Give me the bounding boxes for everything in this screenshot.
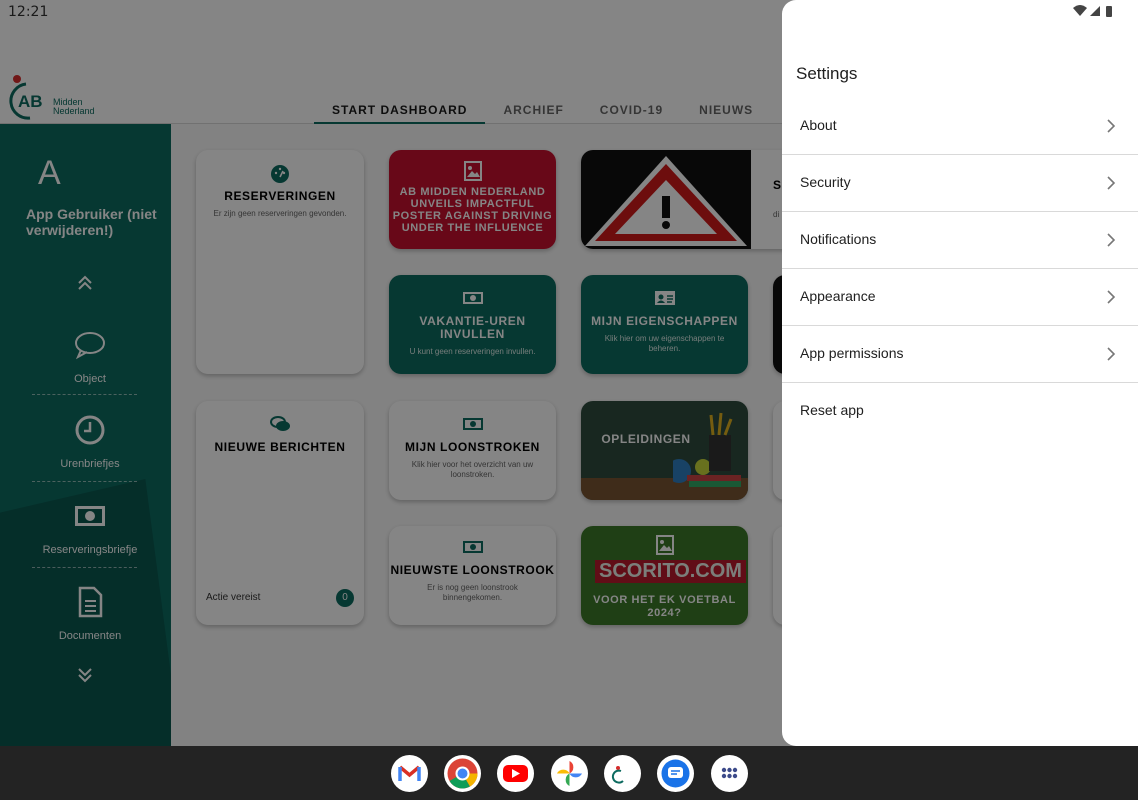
chevron-right-icon bbox=[1107, 290, 1116, 304]
chevron-right-icon bbox=[1107, 233, 1116, 247]
settings-item-label: Appearance bbox=[800, 288, 876, 304]
settings-menu: About Security Notifications Appearance … bbox=[782, 98, 1138, 440]
chevron-right-icon bbox=[1107, 347, 1116, 361]
settings-panel: Settings About Security Notifications Ap… bbox=[782, 0, 1138, 746]
signal-icon bbox=[1090, 6, 1100, 16]
settings-item-security[interactable]: Security bbox=[782, 155, 1138, 212]
photos-icon[interactable] bbox=[551, 755, 588, 792]
ab-app-icon[interactable] bbox=[604, 755, 641, 792]
settings-item-label: Notifications bbox=[800, 231, 877, 247]
settings-title: Settings bbox=[796, 64, 858, 83]
youtube-icon[interactable] bbox=[497, 755, 534, 792]
app-drawer-icon[interactable] bbox=[711, 755, 748, 792]
settings-item-label: Reset app bbox=[800, 402, 864, 418]
settings-item-about[interactable]: About bbox=[782, 98, 1138, 155]
settings-item-app-permissions[interactable]: App permissions bbox=[782, 326, 1138, 383]
settings-item-reset-app[interactable]: Reset app bbox=[782, 383, 1138, 440]
settings-item-notifications[interactable]: Notifications bbox=[782, 212, 1138, 269]
taskbar bbox=[0, 746, 1138, 800]
battery-icon bbox=[1106, 6, 1112, 17]
settings-item-label: About bbox=[800, 117, 837, 133]
chevron-right-icon bbox=[1107, 119, 1116, 133]
messages-icon[interactable] bbox=[657, 755, 694, 792]
settings-item-label: Security bbox=[800, 174, 851, 190]
status-icons bbox=[1073, 5, 1112, 17]
chevron-right-icon bbox=[1107, 176, 1116, 190]
gmail-icon[interactable] bbox=[391, 755, 428, 792]
settings-item-appearance[interactable]: Appearance bbox=[782, 269, 1138, 326]
chrome-icon[interactable] bbox=[444, 755, 481, 792]
settings-item-label: App permissions bbox=[800, 345, 904, 361]
wifi-icon bbox=[1073, 5, 1087, 16]
